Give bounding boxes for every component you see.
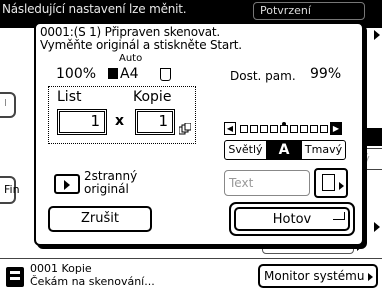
system-monitor-label: Monitor systému <box>264 269 365 283</box>
duplex-line-2: originál <box>84 182 129 196</box>
status-line-1: 0001 Kopie <box>30 262 92 275</box>
paper-size-value: A4 <box>120 66 139 82</box>
density-step <box>300 125 308 133</box>
enter-icon <box>333 212 345 220</box>
auto-density-button[interactable]: A <box>267 141 301 159</box>
memory-label: Dost. pam. <box>230 69 296 83</box>
lighter-button[interactable]: Světlý <box>225 141 267 159</box>
page-icon <box>322 174 335 191</box>
sheets-label: List <box>57 89 82 105</box>
done-button[interactable]: Hotov <box>229 202 355 236</box>
duplex-original-button[interactable] <box>54 174 80 194</box>
density-step <box>280 122 288 133</box>
density-step <box>320 125 328 133</box>
scan-dialog: 0001:(S 1) Připraven skenovat. Vyměňte o… <box>34 22 364 246</box>
status-line-2: Čekám na skenování... <box>30 275 155 288</box>
times-sign: x <box>115 113 125 129</box>
copies-field[interactable]: 1 <box>135 109 175 135</box>
density-step <box>310 125 318 133</box>
density-mode-group: Světlý A Tmavý <box>224 140 346 160</box>
density-slider[interactable]: ◀ ▶ <box>224 122 342 136</box>
density-step <box>270 125 278 133</box>
zoom-value: 100% <box>56 66 97 82</box>
status-text: 0001 Kopie Čekám na skenování... <box>30 262 155 288</box>
sort-icon <box>179 123 191 135</box>
density-step <box>250 125 258 133</box>
left-partial-button[interactable]: I <box>0 92 16 118</box>
confirm-button[interactable]: Potvrzení <box>253 2 365 20</box>
darker-button[interactable]: Tmavý <box>301 141 345 159</box>
sheets-field[interactable]: 1 <box>57 109 107 135</box>
orientation-icon <box>160 68 171 81</box>
finisher-button[interactable]: Fin <box>0 176 20 204</box>
dialog-message: 0001:(S 1) Připraven skenovat. Vyměňte o… <box>40 26 242 52</box>
system-monitor-button[interactable]: Monitor systému <box>258 264 378 288</box>
right-arrow-icon <box>374 30 380 40</box>
counts-box: List Kopie 1 x 1 <box>48 86 196 144</box>
job-list-icon <box>6 267 24 287</box>
density-step <box>290 125 298 133</box>
density-lighter-button[interactable]: ◀ <box>224 122 236 135</box>
right-arrow-icon <box>339 182 344 190</box>
right-partial-button[interactable] <box>364 128 382 146</box>
density-darker-button[interactable]: ▶ <box>330 122 342 135</box>
paper-size: A4 <box>108 66 138 82</box>
dialog-message-line-2: Vyměňte originál a stiskněte Start. <box>40 38 242 52</box>
auto-paper-label: Auto <box>119 53 143 64</box>
cancel-button[interactable]: Zrušit <box>48 206 152 232</box>
density-step <box>240 125 248 133</box>
top-message: Následující nastavení lze měnit. <box>2 2 187 16</box>
copies-label: Kopie <box>133 89 172 105</box>
duplex-original-label: 2stranný originál <box>84 170 137 196</box>
memory-value: 99% <box>310 66 342 82</box>
original-type-field[interactable]: Text <box>224 170 310 196</box>
density-marker <box>282 122 286 126</box>
density-step <box>260 125 268 133</box>
right-arrow-icon <box>368 273 373 281</box>
paper-tray-icon <box>108 68 118 79</box>
original-type-button[interactable] <box>314 168 348 198</box>
right-arrow-icon <box>374 222 380 232</box>
